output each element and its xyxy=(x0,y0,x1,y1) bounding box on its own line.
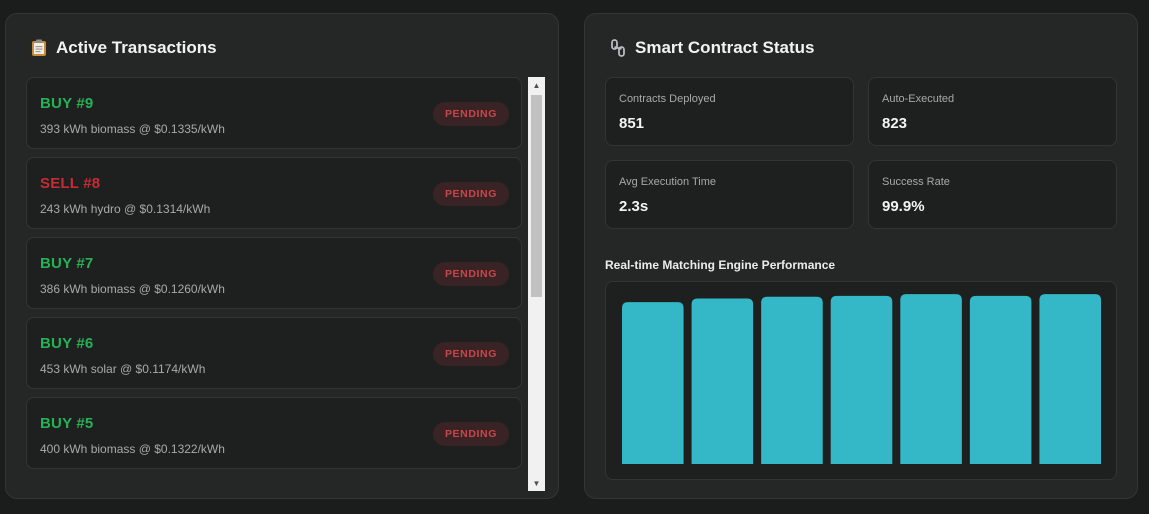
stat-card-success-rate: Success Rate 99.9% xyxy=(868,160,1117,229)
transaction-description: 400 kWh biomass @ $0.1322/kWh xyxy=(40,442,225,456)
stat-value: 823 xyxy=(882,115,908,132)
smart-contract-status-panel: Smart Contract Status Contracts Deployed… xyxy=(584,13,1138,499)
chart-bar xyxy=(622,302,684,464)
transaction-card[interactable]: BUY #5 400 kWh biomass @ $0.1322/kWh PEN… xyxy=(26,397,522,469)
transaction-list[interactable]: BUY #9 393 kWh biomass @ $0.1335/kWh PEN… xyxy=(26,77,522,477)
stat-card-contracts-deployed: Contracts Deployed 851 xyxy=(605,77,854,146)
transaction-description: 243 kWh hydro @ $0.1314/kWh xyxy=(40,202,211,216)
stat-value: 99.9% xyxy=(882,198,925,215)
transaction-description: 386 kWh biomass @ $0.1260/kWh xyxy=(40,282,225,296)
scroll-up-arrow-icon[interactable]: ▲ xyxy=(528,77,545,93)
stat-value: 851 xyxy=(619,115,645,132)
bar-chart-svg xyxy=(622,294,1101,464)
transaction-description: 393 kWh biomass @ $0.1335/kWh xyxy=(40,122,225,136)
chart-bar xyxy=(900,294,962,464)
transaction-title: BUY #9 xyxy=(40,95,94,112)
stat-label: Contracts Deployed xyxy=(619,93,716,105)
status-badge: PENDING xyxy=(432,102,509,126)
active-transactions-panel: Active Transactions BUY #9 393 kWh bioma… xyxy=(5,13,559,499)
stat-label: Success Rate xyxy=(882,176,950,188)
chart-bar xyxy=(830,295,893,464)
chart-title: Real-time Matching Engine Performance xyxy=(605,258,836,272)
stat-label: Auto-Executed xyxy=(882,93,955,105)
clipboard-icon xyxy=(30,39,48,57)
active-transactions-header: Active Transactions xyxy=(30,38,217,58)
status-badge: PENDING xyxy=(432,262,509,286)
status-badge: PENDING xyxy=(432,342,509,366)
transaction-list-scrollbar[interactable]: ▲ ▼ xyxy=(528,77,545,491)
transaction-description: 453 kWh solar @ $0.1174/kWh xyxy=(40,362,206,376)
transaction-title: BUY #5 xyxy=(40,415,94,432)
chain-link-icon xyxy=(609,39,627,57)
transaction-card[interactable]: SELL #8 243 kWh hydro @ $0.1314/kWh PEND… xyxy=(26,157,522,229)
transaction-title: SELL #8 xyxy=(40,175,101,192)
panel-title: Active Transactions xyxy=(56,38,217,57)
matching-engine-chart xyxy=(605,281,1117,480)
scrollbar-thumb[interactable] xyxy=(531,95,542,297)
panel-title: Smart Contract Status xyxy=(635,38,815,57)
status-badge: PENDING xyxy=(432,422,509,446)
status-badge: PENDING xyxy=(432,182,509,206)
stat-value: 2.3s xyxy=(619,198,649,215)
transaction-title: BUY #7 xyxy=(40,255,94,272)
stat-card-avg-execution-time: Avg Execution Time 2.3s xyxy=(605,160,854,229)
chart-bar xyxy=(691,298,754,464)
scroll-down-arrow-icon[interactable]: ▼ xyxy=(528,475,545,491)
transaction-card[interactable]: BUY #7 386 kWh biomass @ $0.1260/kWh PEN… xyxy=(26,237,522,309)
stat-card-auto-executed: Auto-Executed 823 xyxy=(868,77,1117,146)
transaction-card[interactable]: BUY #9 393 kWh biomass @ $0.1335/kWh PEN… xyxy=(26,77,522,149)
transaction-card[interactable]: BUY #6 453 kWh solar @ $0.1174/kWh PENDI… xyxy=(26,317,522,389)
transaction-title: BUY #6 xyxy=(40,335,94,352)
smart-contract-status-header: Smart Contract Status xyxy=(609,38,814,58)
chart-bar xyxy=(761,296,823,464)
chart-bar xyxy=(969,295,1032,464)
stat-label: Avg Execution Time xyxy=(619,176,717,188)
chart-bar xyxy=(1039,294,1101,464)
